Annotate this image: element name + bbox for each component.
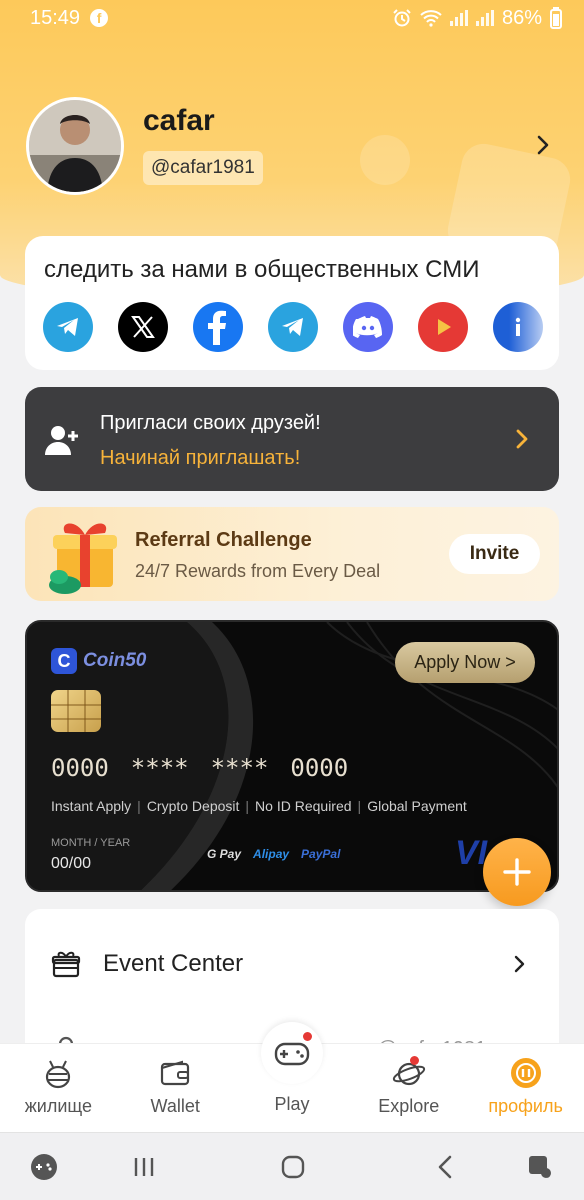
social-media-card: следить за нами в общественных СМИ [25,236,559,370]
crypto-card-banner[interactable]: C Coin50 Apply Now > 0000 **** **** 0000… [25,620,559,892]
facebook-icon[interactable] [193,302,243,352]
back-icon[interactable] [432,1153,460,1181]
add-floating-button[interactable] [483,838,551,906]
bottom-tab-bar: жилище Wallet Play Explore профиль [0,1022,584,1132]
card-feature: No ID Required [255,798,352,814]
game-launcher-icon[interactable] [30,1153,58,1181]
alarm-icon [393,9,411,27]
coin50-logo-icon: C [51,648,77,674]
card-feature: Instant Apply [51,798,132,814]
tab-wallet[interactable]: Wallet [117,1044,234,1132]
youtube-icon[interactable] [418,302,468,352]
payment-methods: G Pay Alipay PayPal [207,847,340,861]
referral-challenge-banner[interactable]: Referral Challenge 24/7 Rewards from Eve… [25,507,559,601]
profile-username: cafar [143,104,215,137]
chevron-right-icon[interactable] [532,134,554,156]
add-user-icon [45,426,78,455]
tab-home[interactable]: жилище [0,1044,117,1132]
chevron-right-icon [514,955,525,973]
discord-icon[interactable] [343,302,393,352]
card-number-group: 0000 [290,754,349,782]
plus-icon [503,858,531,886]
referral-title: Referral Challenge [135,529,312,551]
menu-item-label: Event Center [103,950,244,977]
tab-label: Explore [378,1096,440,1116]
gamepad-icon [274,1042,310,1066]
accessibility-icon[interactable] [526,1153,554,1181]
facebook-notification-icon: f [90,9,109,27]
menu-item-event-center[interactable]: Event Center [25,934,559,994]
profile-icon [510,1058,541,1088]
tab-explore[interactable]: Explore [350,1044,467,1132]
card-feature: Crypto Deposit [146,798,240,814]
social-title: следить за нами в общественных СМИ [44,256,480,283]
telegram-icon[interactable] [268,302,318,352]
card-number-group: **** [130,754,189,782]
invite-subtitle: Начинай приглашать! [100,447,301,469]
social-icons-row [43,302,543,352]
invite-friends-banner[interactable]: Пригласи своих друзей! Начинай приглашат… [25,387,559,491]
tab-label: жилище [24,1096,93,1116]
battery-icon [550,7,562,29]
card-brand-logo: C Coin50 [51,648,146,674]
x-icon[interactable] [118,302,168,352]
card-expiry-label: MONTH / YEAR [51,837,131,849]
signal-icon [449,10,468,26]
signal-icon [475,10,494,26]
card-number: 0000 **** **** 0000 [51,754,348,782]
notification-dot [302,1032,312,1041]
card-number-group: 0000 [51,754,109,782]
referral-subtitle: 24/7 Rewards from Every Deal [135,561,381,581]
home-icon[interactable] [279,1153,307,1181]
recent-apps-icon[interactable] [130,1153,158,1181]
card-feature: Global Payment [367,798,467,814]
tab-label: Wallet [150,1096,200,1116]
wallet-icon [161,1060,190,1086]
battery-level: 86% [501,6,542,29]
status-time: 15:49 [30,6,81,29]
invite-button[interactable]: Invite [449,534,540,574]
avatar-photo [29,100,121,192]
card-features: Instant Apply | Crypto Deposit | No ID Req… [51,798,467,814]
scroll-fade [509,296,559,360]
paypal-logo: PayPal [301,847,341,861]
gift-icon [49,523,117,594]
tab-profile[interactable]: профиль [467,1044,584,1132]
card-number-group: **** [210,754,269,782]
chevron-right-icon [516,429,528,449]
tab-label: профиль [488,1096,563,1116]
apply-now-button[interactable]: Apply Now > [395,642,535,683]
play-button[interactable] [260,1022,323,1084]
tab-label: Play [274,1094,310,1114]
avatar[interactable] [26,97,124,195]
gift-box-icon [51,951,81,978]
tab-play[interactable]: Play [234,1022,351,1132]
bee-icon [46,1060,71,1089]
wifi-icon [420,10,442,27]
card-expiry: 00/00 [51,855,92,872]
telegram-icon[interactable] [43,302,93,352]
profile-handle[interactable]: @cafar1981 [143,151,263,185]
decorative-circle [360,135,410,185]
status-bar: 15:49 f 86% [0,0,584,36]
card-brand-name: Coin50 [83,650,147,671]
google-pay-logo: G Pay [207,847,242,861]
system-navigation-bar [0,1132,584,1200]
alipay-logo: Alipay [253,847,290,861]
card-chip-icon [51,690,101,732]
invite-title: Пригласи своих друзей! [100,412,321,434]
planet-icon [392,1062,425,1086]
